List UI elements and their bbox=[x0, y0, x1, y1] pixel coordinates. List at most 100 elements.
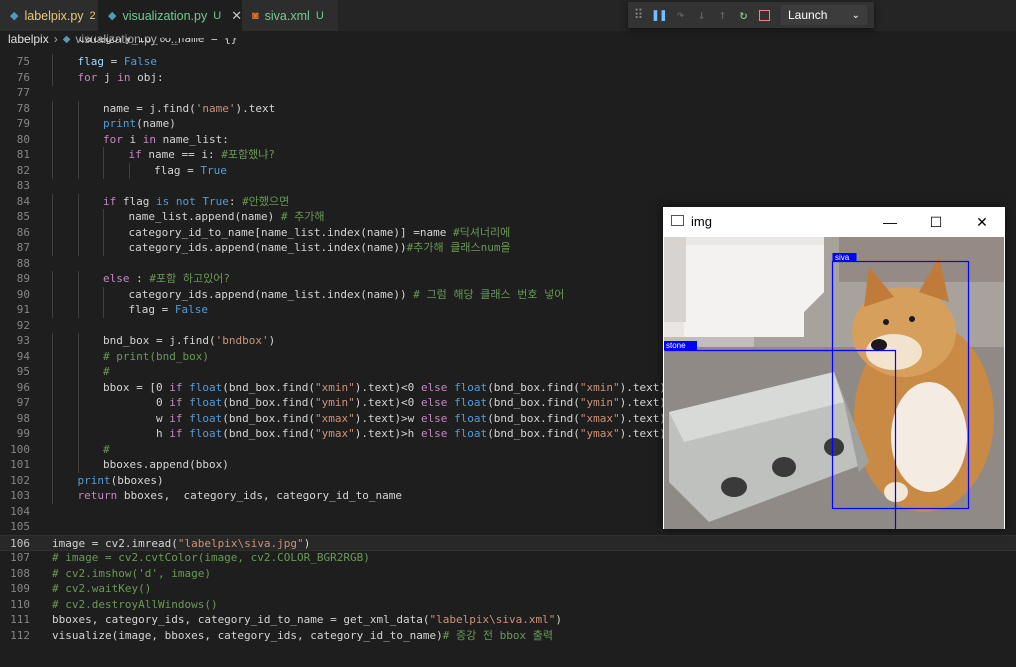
code-token: else bbox=[420, 427, 448, 440]
code-line[interactable]: 75 flag = False bbox=[0, 54, 1016, 70]
python-file-icon: ◆ bbox=[10, 10, 19, 22]
code-line[interactable]: 109 # cv2.waitKey() bbox=[0, 581, 1016, 597]
line-number: 88 bbox=[16, 256, 30, 270]
code-token: visualize(image, bboxes, category_ids, c… bbox=[52, 628, 443, 642]
pause-icon[interactable]: ❚❚ bbox=[649, 2, 670, 28]
line-number: 108 bbox=[10, 566, 30, 580]
tab-labelpix-py[interactable]: ◆ labelpix.py 2 bbox=[0, 0, 98, 31]
maximize-button[interactable]: ☐ bbox=[913, 207, 959, 237]
code-line[interactable]: 106 image = cv2.imread("labelpix\siva.jpg… bbox=[0, 534, 1016, 551]
code-line[interactable]: 82 flag = True bbox=[0, 162, 1016, 179]
code-line[interactable]: 111 bboxes, category_ids, category_id_to_… bbox=[0, 612, 1016, 628]
tab-siva-xml[interactable]: ◙ siva.xml U bbox=[242, 0, 338, 31]
code-token: if bbox=[169, 380, 183, 394]
window-titlebar[interactable]: img — ☐ ✕ bbox=[663, 207, 1005, 237]
step-over-icon[interactable]: ↷ bbox=[670, 2, 691, 28]
step-out-icon[interactable]: ↑ bbox=[712, 2, 733, 28]
line-number: 91 bbox=[16, 303, 30, 316]
code-line[interactable]: 110 # cv2.destroyAllWindows() bbox=[0, 597, 1016, 613]
code-line[interactable]: 77 bbox=[0, 85, 1016, 101]
stop-icon[interactable] bbox=[754, 2, 775, 28]
code-text: bboxes.append(bbox) bbox=[103, 457, 229, 473]
code-token: ) bbox=[555, 613, 562, 626]
line-number: 111 bbox=[10, 613, 30, 626]
indent-guide bbox=[77, 209, 79, 225]
drag-handle-icon[interactable]: ⠿ bbox=[628, 2, 649, 28]
step-into-icon[interactable]: ↓ bbox=[691, 2, 712, 28]
code-token: name == i: bbox=[141, 148, 222, 161]
indent-guide bbox=[52, 209, 53, 225]
close-icon[interactable]: ✕ bbox=[231, 8, 242, 24]
line-number: 93 bbox=[16, 334, 30, 347]
line-number: 96 bbox=[16, 380, 30, 394]
bbox-label-siva: siva bbox=[835, 253, 850, 262]
code-token: #포함 하고있어? bbox=[149, 272, 230, 285]
code-token: category_id_to_name[name_list.index(name… bbox=[128, 225, 454, 239]
code-token: # cv2.destroyAllWindows() bbox=[52, 597, 218, 611]
code-token: else bbox=[420, 380, 448, 394]
indent-guide bbox=[77, 131, 79, 148]
indent-guide bbox=[52, 100, 53, 117]
indent-guide bbox=[77, 441, 79, 458]
code-token: w bbox=[103, 411, 170, 425]
indent-guide bbox=[77, 364, 79, 380]
code-token: for bbox=[103, 132, 123, 146]
indent-guide bbox=[77, 286, 79, 303]
code-text: h if float(bnd_box.find("ymax").text)>h … bbox=[103, 426, 673, 442]
code-line[interactable]: 108 # cv2.imshow('d', image) bbox=[0, 566, 1016, 582]
code-line[interactable]: 107 # image = cv2.cvtColor(image, cv2.COL… bbox=[0, 550, 1016, 566]
line-number: 78 bbox=[16, 101, 30, 115]
window-title: img bbox=[691, 214, 712, 229]
img-window[interactable]: img — ☐ ✕ siva stone bbox=[663, 207, 1005, 529]
launch-config-label: Launch bbox=[788, 8, 828, 22]
line-number: 105 bbox=[10, 520, 30, 533]
indent-guide bbox=[103, 147, 104, 163]
code-line[interactable]: 112 visualize(image, bboxes, category_ids… bbox=[0, 628, 1016, 644]
line-number: 77 bbox=[16, 86, 30, 99]
code-token: (bnd_box.find( bbox=[487, 380, 580, 394]
code-text: # cv2.imshow('d', image) bbox=[52, 566, 211, 582]
code-line[interactable]: 79 print(name) bbox=[0, 116, 1016, 132]
code-text: if flag is not True: #안했으면 bbox=[103, 194, 289, 210]
code-line[interactable]: 83 bbox=[0, 178, 1016, 194]
code-token: #안했으면 bbox=[242, 194, 290, 208]
code-token: "ymin" bbox=[579, 396, 620, 409]
code-token: category_ids.append(name_list.index(name… bbox=[128, 241, 407, 254]
code-token: (bnd_box.find( bbox=[487, 396, 580, 409]
code-token: h bbox=[103, 427, 170, 440]
code-text: print(bboxes) bbox=[78, 473, 164, 489]
code-token: (bnd_box.find( bbox=[222, 411, 315, 425]
line-number: 102 bbox=[10, 473, 30, 487]
line-number: 86 bbox=[16, 225, 30, 239]
code-text: name_list.append(name) # 추가해 bbox=[129, 209, 325, 225]
chevron-down-icon: ⌄ bbox=[851, 9, 860, 21]
indent-guide bbox=[77, 224, 79, 241]
code-token: # print(bnd_box) bbox=[103, 349, 209, 363]
dog-and-stone-photo: siva stone bbox=[664, 237, 1004, 529]
code-text: # bbox=[103, 442, 110, 458]
code-text: flag = False bbox=[129, 302, 208, 318]
code-token: is not bbox=[156, 194, 196, 208]
code-line[interactable]: 78 name = j.find('name').text bbox=[0, 100, 1016, 117]
displayed-image: siva stone bbox=[664, 237, 1004, 529]
code-token: float bbox=[454, 380, 488, 394]
indent-guide bbox=[52, 410, 53, 427]
code-token: "xmin" bbox=[314, 380, 355, 394]
minimize-button[interactable]: — bbox=[867, 207, 913, 237]
line-number: 112 bbox=[10, 628, 30, 642]
line-number: 97 bbox=[16, 396, 30, 409]
code-token: True bbox=[202, 194, 229, 208]
app-icon bbox=[671, 215, 684, 226]
code-token: float bbox=[454, 396, 488, 409]
code-line[interactable]: 81 if name == i: #포함했냐? bbox=[0, 147, 1016, 163]
close-button[interactable]: ✕ bbox=[959, 207, 1005, 237]
indent-guide bbox=[52, 364, 53, 380]
launch-config-select[interactable]: Launch ⌄ bbox=[781, 5, 867, 25]
code-text: return bboxes, category_ids, category_id… bbox=[78, 488, 403, 504]
code-token: False bbox=[123, 55, 157, 68]
tab-visualization-py[interactable]: ◆ visualization.py U ✕ bbox=[98, 0, 242, 31]
code-line[interactable]: 76 for j in obj: bbox=[0, 69, 1016, 86]
indent-guide bbox=[52, 116, 53, 132]
code-line[interactable]: 80 for i in name_list: bbox=[0, 131, 1016, 148]
restart-icon[interactable]: ↻ bbox=[733, 2, 754, 28]
